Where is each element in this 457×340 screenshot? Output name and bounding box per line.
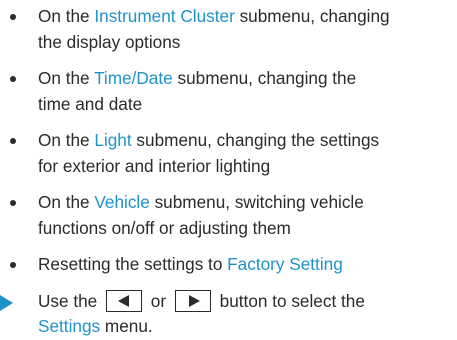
manual-page: On the Instrument Cluster submenu, chang…: [0, 4, 457, 340]
menu-term: Vehicle: [94, 192, 150, 212]
bullet-icon: [10, 76, 16, 82]
left-arrow-key-icon: [106, 289, 143, 312]
list-item-time-date: On the Time/Date submenu, changing the ti…: [0, 66, 457, 117]
list-item-instrument-cluster: On the Instrument Cluster submenu, chang…: [0, 4, 457, 55]
item-text: On the Time/Date submenu, changing the ti…: [38, 68, 357, 114]
bullet-icon: [10, 138, 16, 144]
list-item-factory-setting: Resetting the settings to Factory Settin…: [0, 252, 457, 278]
menu-term: Factory Setting: [227, 254, 343, 274]
menu-term: Instrument Cluster: [94, 6, 235, 26]
menu-term: Light: [94, 130, 132, 150]
step-arrow-icon: [0, 294, 13, 311]
menu-term: Time/Date: [94, 68, 173, 88]
right-arrow-key-icon: [174, 289, 211, 312]
bullet-icon: [10, 14, 16, 20]
list-item-vehicle: On the Vehicle submenu, switching vehicl…: [0, 190, 457, 241]
bullet-icon: [10, 262, 16, 268]
menu-term: Settings: [38, 316, 101, 336]
bullet-icon: [10, 200, 16, 206]
item-text: On the Light submenu, changing the setti…: [38, 130, 380, 176]
item-text: Resetting the settings to Factory Settin…: [38, 254, 343, 274]
item-text: On the Vehicle submenu, switching vehicl…: [38, 192, 364, 238]
step-text: Use the or button to select the Settings …: [38, 289, 365, 336]
list-item-light: On the Light submenu, changing the setti…: [0, 128, 457, 179]
item-text: On the Instrument Cluster submenu, chang…: [38, 6, 390, 52]
settings-options-list: On the Instrument Cluster submenu, chang…: [0, 4, 457, 278]
